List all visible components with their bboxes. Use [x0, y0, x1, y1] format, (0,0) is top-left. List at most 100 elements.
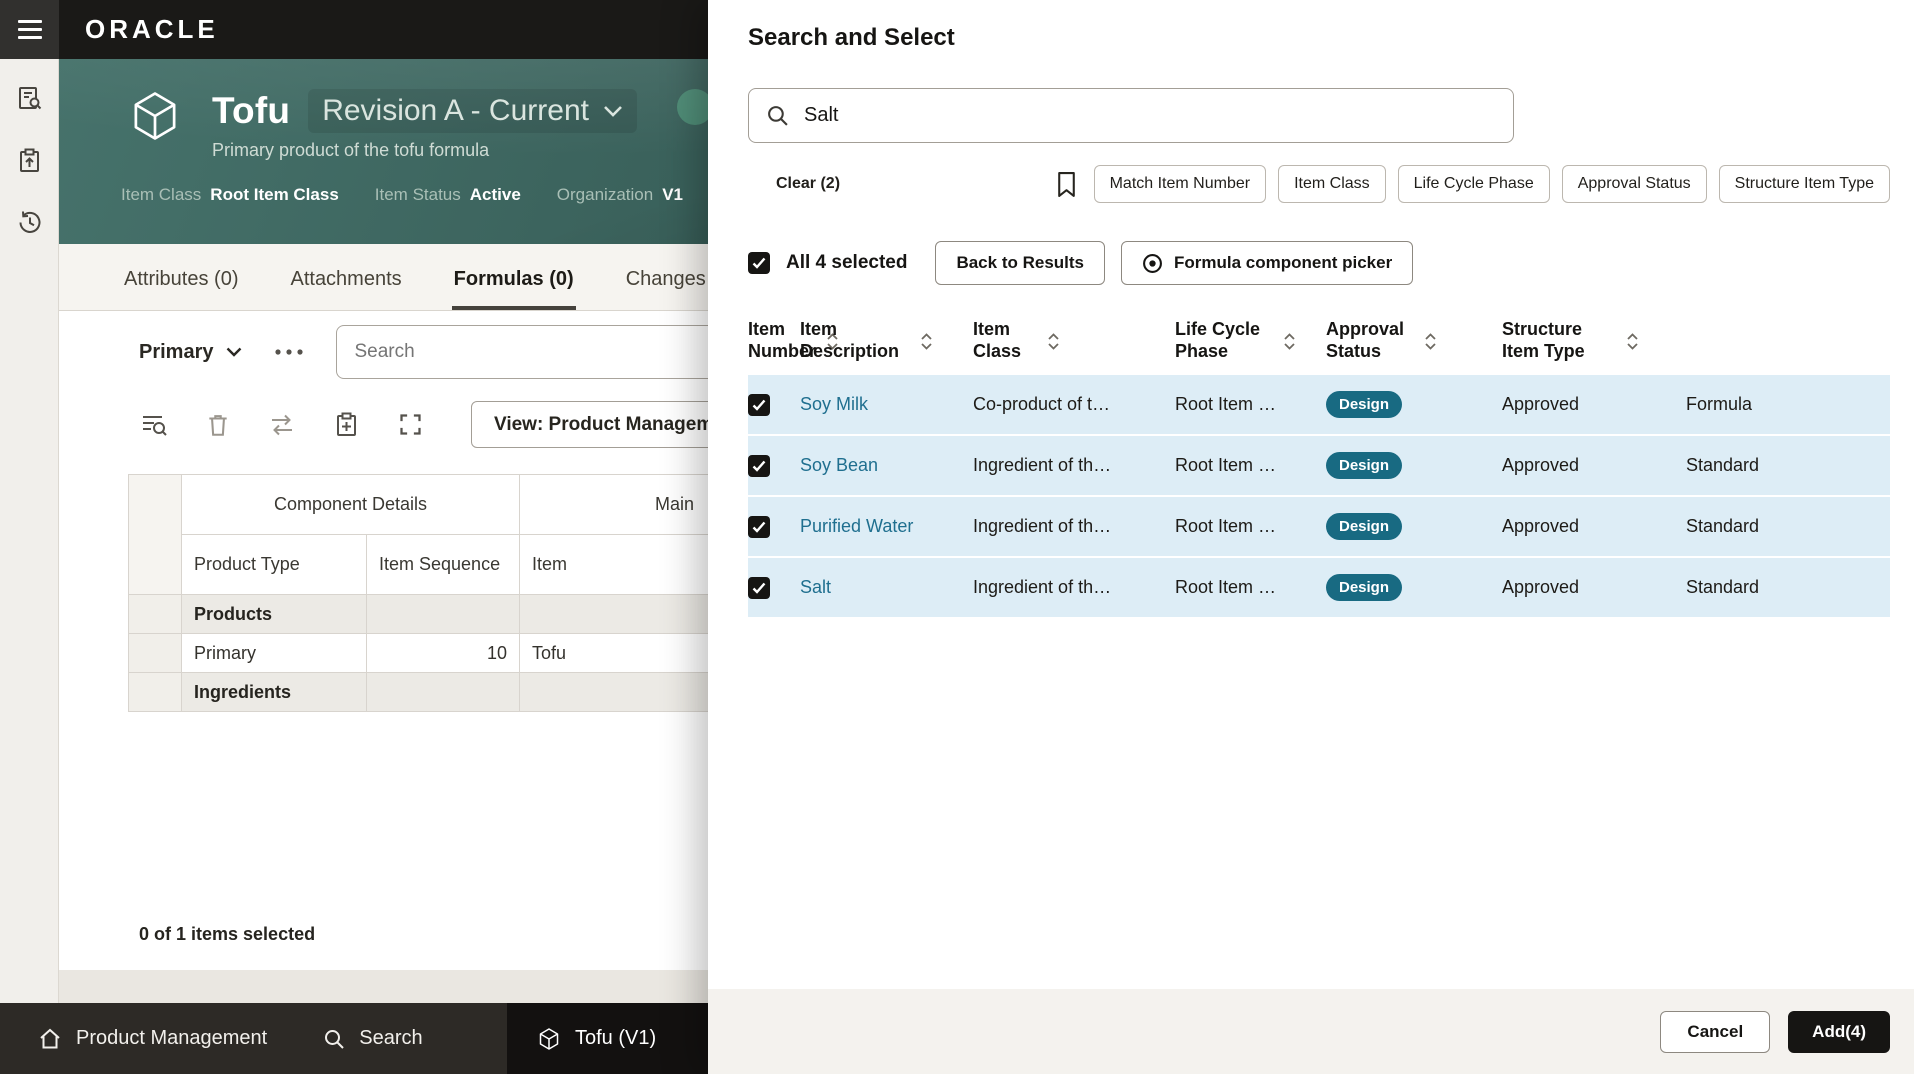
filter-chip[interactable]: Structure Item Type	[1718, 165, 1890, 203]
item-number-link[interactable]: Purified Water	[800, 516, 973, 537]
taskbar-label: Search	[359, 1027, 423, 1049]
meta-label: Item Status	[374, 185, 461, 204]
formula-component-picker-button[interactable]: Formula component picker	[1121, 241, 1414, 285]
result-row[interactable]: Soy Milk Co-product of t… Root Item … De…	[748, 375, 1890, 434]
column-header-label: Approval Status	[1326, 319, 1405, 361]
back-to-results-button[interactable]: Back to Results	[935, 241, 1105, 285]
item-subtitle: Primary product of the tofu formula	[212, 140, 490, 160]
panel-title: Search and Select	[748, 24, 955, 51]
tab[interactable]: Attachments	[288, 268, 403, 310]
item-description-cell: Co-product of t…	[973, 394, 1111, 414]
row-checkbox[interactable]	[748, 515, 770, 538]
column-header[interactable]: Item Class	[973, 319, 1175, 362]
item-class-cell: Root Item …	[1175, 577, 1277, 597]
list-search-icon[interactable]	[139, 410, 169, 440]
taskbar-label: Tofu (V1)	[575, 1027, 657, 1049]
meta-value: Root Item Class	[210, 185, 339, 204]
add-button[interactable]: Add(4)	[1788, 1010, 1890, 1053]
sort-icon[interactable]	[1283, 331, 1296, 352]
approval-status-cell: Approved	[1502, 516, 1580, 536]
life-cycle-phase-badge: Design	[1326, 452, 1403, 479]
row-checkbox[interactable]	[748, 454, 770, 477]
left-icon-rail	[0, 59, 59, 1003]
item-number-link[interactable]: Soy Bean	[800, 455, 973, 476]
page-search-icon[interactable]	[10, 79, 48, 117]
result-row[interactable]: Purified Water Ingredient of th… Root It…	[748, 497, 1890, 556]
column-header[interactable]: Structure Item Type	[1502, 319, 1686, 362]
item-number-link[interactable]: Salt	[800, 577, 973, 598]
sort-icon[interactable]	[1047, 331, 1060, 352]
revision-dropdown[interactable]: Revision A - Current	[308, 89, 637, 133]
chevron-down-icon	[226, 347, 241, 357]
item-meta: Item Class Root Item Class Item Status A…	[121, 185, 739, 205]
item-class-cell: Root Item …	[1175, 516, 1277, 536]
approval-status-cell: Approved	[1502, 394, 1580, 414]
filter-chip[interactable]: Match Item Number	[1093, 165, 1267, 203]
sort-icon[interactable]	[1424, 331, 1437, 352]
search-icon	[768, 106, 788, 126]
column-header-label: Structure Item Type	[1502, 319, 1585, 361]
life-cycle-phase-badge: Design	[1326, 574, 1403, 601]
structure-item-type-cell: Standard	[1686, 455, 1760, 475]
taskbar-label: Product Management	[76, 1027, 268, 1049]
meta-value: V1	[662, 185, 683, 204]
taskbar-product-management[interactable]: Product Management	[0, 1003, 295, 1074]
result-row[interactable]: Soy Bean Ingredient of th… Root Item … D…	[748, 436, 1890, 495]
clipboard-export-icon[interactable]	[10, 141, 48, 179]
revision-label: Revision A - Current	[322, 94, 589, 127]
more-actions-button[interactable]	[268, 342, 310, 362]
sort-icon[interactable]	[920, 331, 933, 352]
approval-status-cell: Approved	[1502, 577, 1580, 597]
results-table: Item Number Item Description Item Class …	[748, 307, 1890, 617]
tab[interactable]: Formulas (0)	[451, 268, 576, 310]
column-header[interactable]: Item Number	[748, 319, 838, 362]
substitute-icon[interactable]	[267, 410, 297, 440]
sort-icon[interactable]	[1626, 331, 1639, 352]
tab[interactable]: Attributes (0)	[122, 268, 240, 310]
panel-search-box	[748, 88, 1514, 143]
item-number-link[interactable]: Soy Milk	[800, 394, 973, 415]
structure-item-type-cell: Standard	[1686, 577, 1760, 597]
home-icon	[40, 1028, 60, 1048]
check-icon	[752, 399, 766, 411]
check-icon	[752, 257, 766, 269]
item-hexagon-icon	[539, 1027, 559, 1050]
formula-search-input[interactable]	[354, 341, 757, 363]
item-sequence-cell: 10	[366, 633, 520, 673]
result-row[interactable]: Salt Ingredient of th… Root Item … Desig…	[748, 558, 1890, 617]
hamburger-icon	[17, 20, 42, 23]
select-all-checkbox[interactable]	[748, 252, 770, 274]
row-selector[interactable]	[128, 633, 182, 673]
tab[interactable]: Changes	[624, 268, 708, 310]
panel-search-input[interactable]	[804, 104, 1496, 127]
column-header-label: Item Description	[800, 319, 900, 361]
history-icon[interactable]	[10, 203, 48, 241]
formula-type-dropdown[interactable]: Primary	[139, 341, 242, 364]
bookmark-icon[interactable]	[1055, 171, 1078, 198]
item-meta-field: Item Status Active	[375, 185, 521, 205]
selector-column-header	[128, 474, 182, 595]
filter-chip[interactable]: Approval Status	[1561, 165, 1707, 203]
column-header-item-sequence: Item Sequence	[366, 534, 520, 595]
column-header[interactable]: Item Description	[800, 319, 973, 362]
group-label: Products	[181, 594, 367, 634]
filter-chip[interactable]: Life Cycle Phase	[1397, 165, 1550, 203]
delete-icon[interactable]	[203, 410, 233, 440]
check-icon	[752, 521, 766, 533]
paste-component-icon[interactable]	[331, 410, 361, 440]
taskbar-search[interactable]: Search	[295, 1003, 450, 1074]
screen: ORACLE Tofu Revision A - Current Primary…	[0, 0, 1914, 1074]
expand-icon[interactable]	[395, 410, 425, 440]
column-header-label: Item Class	[973, 319, 1022, 361]
column-header[interactable]: Life Cycle Phase	[1175, 319, 1326, 362]
filter-chip[interactable]: Item Class	[1278, 165, 1386, 203]
row-checkbox[interactable]	[748, 576, 770, 599]
cancel-button[interactable]: Cancel	[1660, 1010, 1771, 1053]
row-checkbox[interactable]	[748, 393, 770, 416]
hamburger-menu-button[interactable]	[0, 0, 59, 59]
product-type-cell: Primary	[181, 633, 367, 673]
column-header[interactable]: Approval Status	[1326, 319, 1502, 362]
clear-filters-button[interactable]: Clear (2)	[776, 175, 840, 193]
life-cycle-phase-badge: Design	[1326, 391, 1403, 418]
column-header-product-type: Product Type	[181, 534, 367, 595]
